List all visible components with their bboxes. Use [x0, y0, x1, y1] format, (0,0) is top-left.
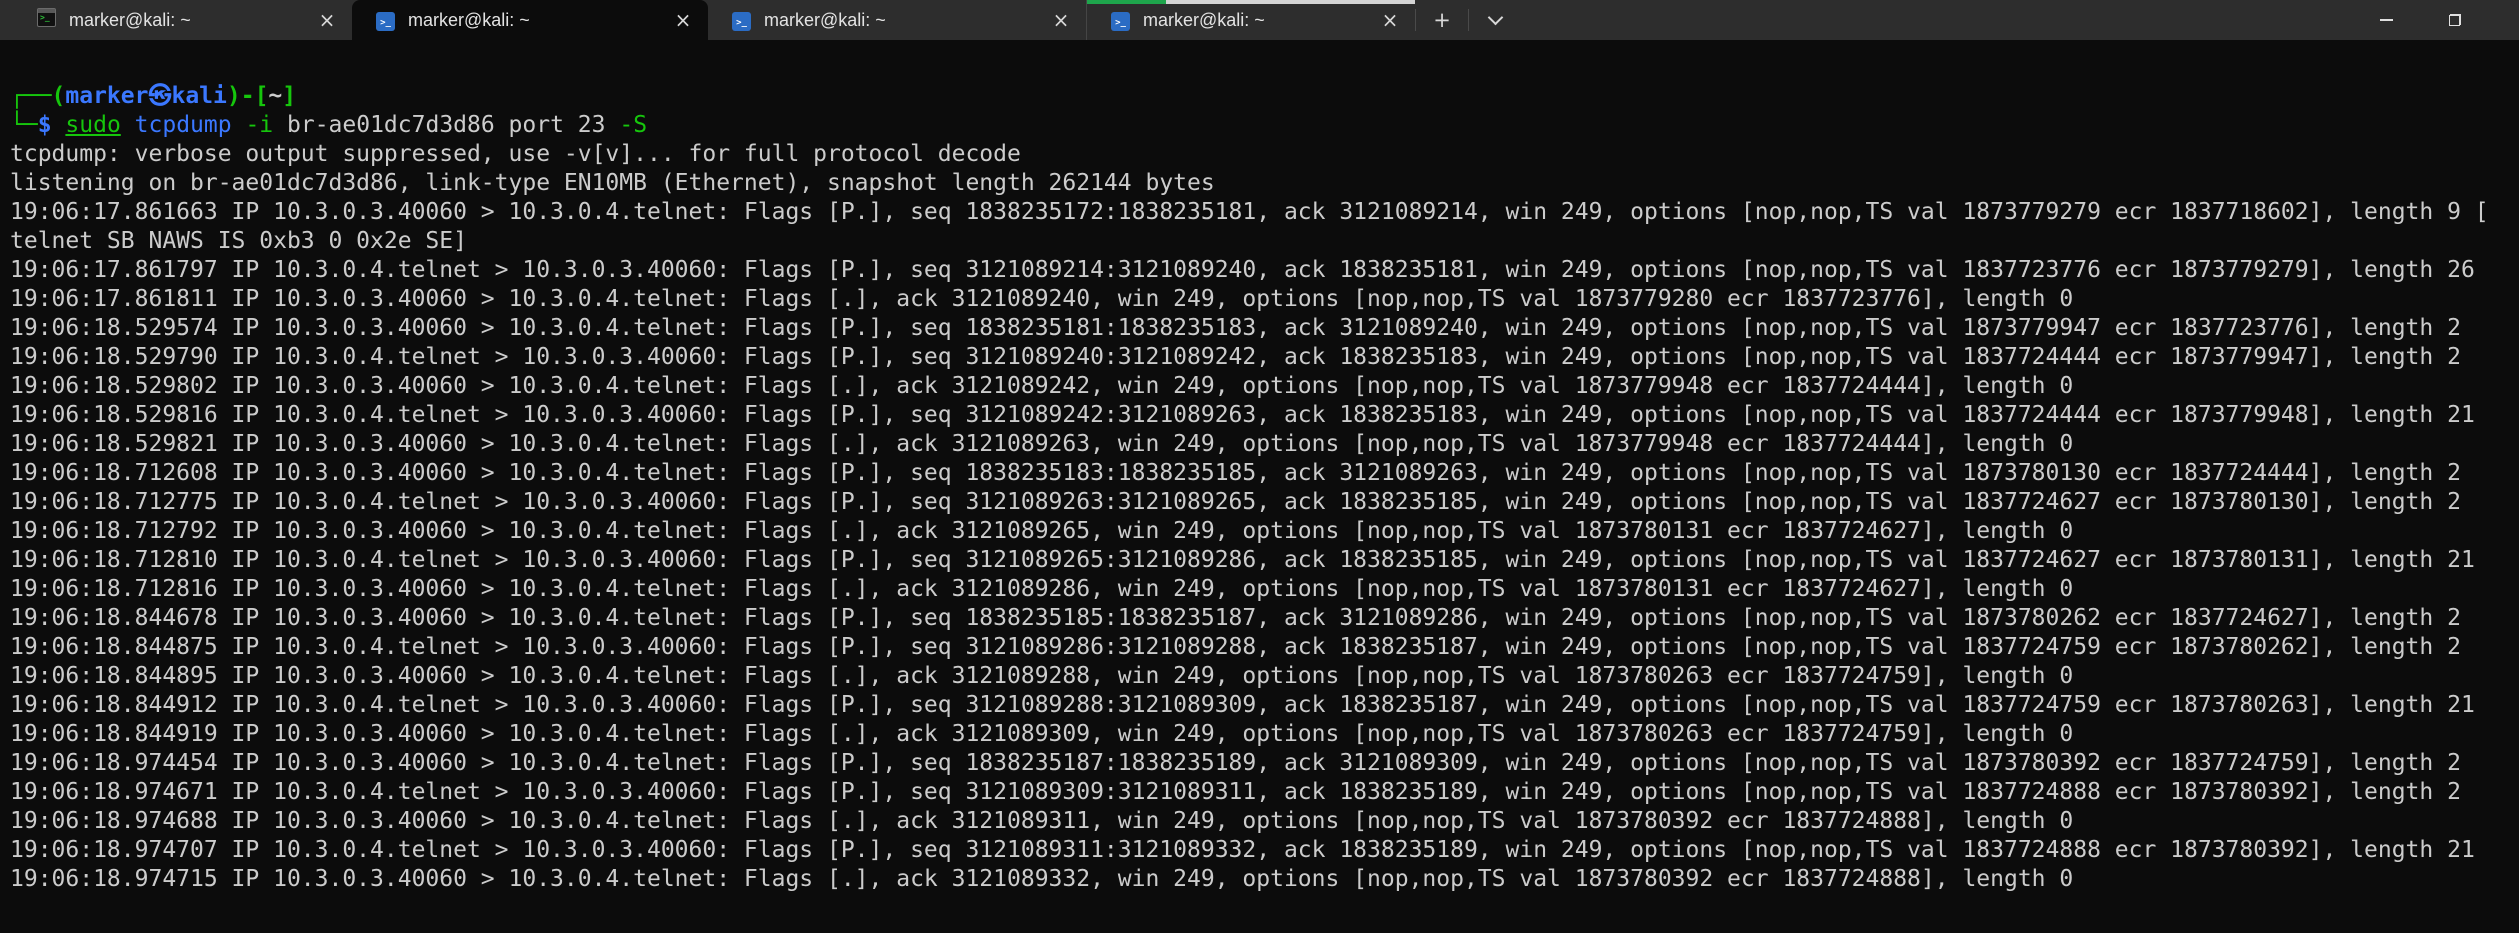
linux-terminal-icon: >_	[37, 8, 56, 32]
terminal-output-line: 19:06:18.712792 IP 10.3.0.3.40060 > 10.3…	[10, 517, 2519, 546]
prompt-segment: )-[	[227, 83, 269, 109]
prompt-segment: tcpdump	[135, 112, 232, 138]
prompt-segment: -S	[619, 112, 647, 138]
prompt-segment: sudo	[65, 112, 120, 138]
tab-title: marker@kali: ~	[408, 10, 660, 31]
terminal-output-line: 19:06:18.844895 IP 10.3.0.3.40060 > 10.3…	[10, 662, 2519, 691]
terminal-output-line: 19:06:18.844919 IP 10.3.0.3.40060 > 10.3…	[10, 720, 2519, 749]
terminal-output-line: listening on br-ae01dc7d3d86, link-type …	[10, 169, 2519, 198]
powershell-icon: >_	[732, 9, 751, 31]
terminal-output-line: 19:06:18.529821 IP 10.3.0.3.40060 > 10.3…	[10, 430, 2519, 459]
tab-2-active[interactable]: >_ marker@kali: ~ ×	[352, 0, 708, 40]
tab-bar: >_ marker@kali: ~ × >_ marker@kali: ~ × >_ mark…	[0, 0, 2519, 40]
tab-close-button[interactable]: ×	[312, 5, 342, 35]
minimize-button[interactable]	[2363, 0, 2409, 40]
tab-close-button[interactable]: ×	[1046, 5, 1076, 35]
tab-dropdown-button[interactable]	[1475, 3, 1515, 37]
terminal-output-line: 19:06:18.974707 IP 10.3.0.4.telnet > 10.…	[10, 836, 2519, 865]
terminal-output-line: 19:06:18.844678 IP 10.3.0.3.40060 > 10.3…	[10, 604, 2519, 633]
new-tab-button[interactable]: +	[1422, 3, 1462, 37]
prompt-segment: └─	[10, 112, 38, 138]
tab-title: marker@kali: ~	[69, 10, 304, 31]
terminal-output-line: 19:06:18.712816 IP 10.3.0.3.40060 > 10.3…	[10, 575, 2519, 604]
terminal-output-line: 19:06:18.974671 IP 10.3.0.4.telnet > 10.…	[10, 778, 2519, 807]
restore-button[interactable]	[2432, 0, 2478, 40]
tab-progress-strip	[1087, 0, 1415, 4]
terminal-output-line: 19:06:18.844875 IP 10.3.0.4.telnet > 10.…	[10, 633, 2519, 662]
prompt-segment: marker㉿kali	[65, 83, 226, 109]
close-window-button[interactable]: ×	[2506, 0, 2519, 40]
tab-close-button[interactable]: ×	[1375, 5, 1405, 35]
prompt-segment: ┌──(	[10, 83, 65, 109]
minimize-icon	[2380, 19, 2393, 21]
terminal-output-line: 19:06:18.712608 IP 10.3.0.3.40060 > 10.3…	[10, 459, 2519, 488]
terminal-output-line: 19:06:18.529802 IP 10.3.0.3.40060 > 10.3…	[10, 372, 2519, 401]
prompt-segment: $	[38, 112, 66, 138]
terminal-output-line: 19:06:17.861663 IP 10.3.0.3.40060 > 10.3…	[10, 198, 2519, 227]
terminal-output-line: 19:06:18.712810 IP 10.3.0.4.telnet > 10.…	[10, 546, 2519, 575]
terminal-output-line: tcpdump: verbose output suppressed, use …	[10, 140, 2519, 169]
prompt-segment: br-ae01dc7d3d86 port 23	[273, 112, 619, 138]
tab-bar-divider	[1415, 9, 1416, 31]
terminal-output-line: telnet SB NAWS IS 0xb3 0 0x2e SE]	[10, 227, 2519, 256]
prompt-segment: -i	[245, 112, 273, 138]
powershell-icon: >_	[1111, 9, 1130, 31]
tab-3[interactable]: >_ marker@kali: ~ ×	[708, 0, 1086, 40]
terminal-output-line: 19:06:18.529790 IP 10.3.0.4.telnet > 10.…	[10, 343, 2519, 372]
tab-1[interactable]: >_ marker@kali: ~ ×	[13, 0, 352, 40]
tab-title: marker@kali: ~	[1143, 10, 1367, 31]
terminal-output-line: 19:06:18.974715 IP 10.3.0.3.40060 > 10.3…	[10, 865, 2519, 894]
terminal-output-line: 19:06:18.974454 IP 10.3.0.3.40060 > 10.3…	[10, 749, 2519, 778]
shell-prompt-line-1: ┌──(marker㉿kali)-[~]	[10, 82, 2519, 111]
terminal-viewport[interactable]: ┌──(marker㉿kali)-[~]└─$ sudo tcpdump -i …	[0, 40, 2519, 933]
tab-4[interactable]: >_ marker@kali: ~ ×	[1086, 0, 1415, 40]
powershell-icon: >_	[376, 9, 395, 31]
terminal-output-line: 19:06:18.712775 IP 10.3.0.4.telnet > 10.…	[10, 488, 2519, 517]
chevron-down-icon	[1487, 10, 1503, 26]
shell-command-line: └─$ sudo tcpdump -i br-ae01dc7d3d86 port…	[10, 111, 2519, 140]
restore-icon	[2449, 14, 2461, 26]
prompt-segment: ]	[282, 83, 296, 109]
terminal-output-line: 19:06:18.844912 IP 10.3.0.4.telnet > 10.…	[10, 691, 2519, 720]
prompt-segment: ~	[268, 83, 282, 109]
terminal-output-line: 19:06:18.974688 IP 10.3.0.3.40060 > 10.3…	[10, 807, 2519, 836]
tab-bar-divider	[1468, 9, 1469, 31]
prompt-segment	[232, 112, 246, 138]
prompt-segment	[121, 112, 135, 138]
terminal-output-line: 19:06:18.529574 IP 10.3.0.3.40060 > 10.3…	[10, 314, 2519, 343]
terminal-output-line: 19:06:18.529816 IP 10.3.0.4.telnet > 10.…	[10, 401, 2519, 430]
tab-title: marker@kali: ~	[764, 10, 1038, 31]
tab-strip: >_ marker@kali: ~ × >_ marker@kali: ~ × >_ mark…	[13, 0, 1415, 40]
terminal-output-line: 19:06:17.861797 IP 10.3.0.4.telnet > 10.…	[10, 256, 2519, 285]
terminal-output-line: 19:06:17.861811 IP 10.3.0.3.40060 > 10.3…	[10, 285, 2519, 314]
tab-close-button[interactable]: ×	[668, 5, 698, 35]
